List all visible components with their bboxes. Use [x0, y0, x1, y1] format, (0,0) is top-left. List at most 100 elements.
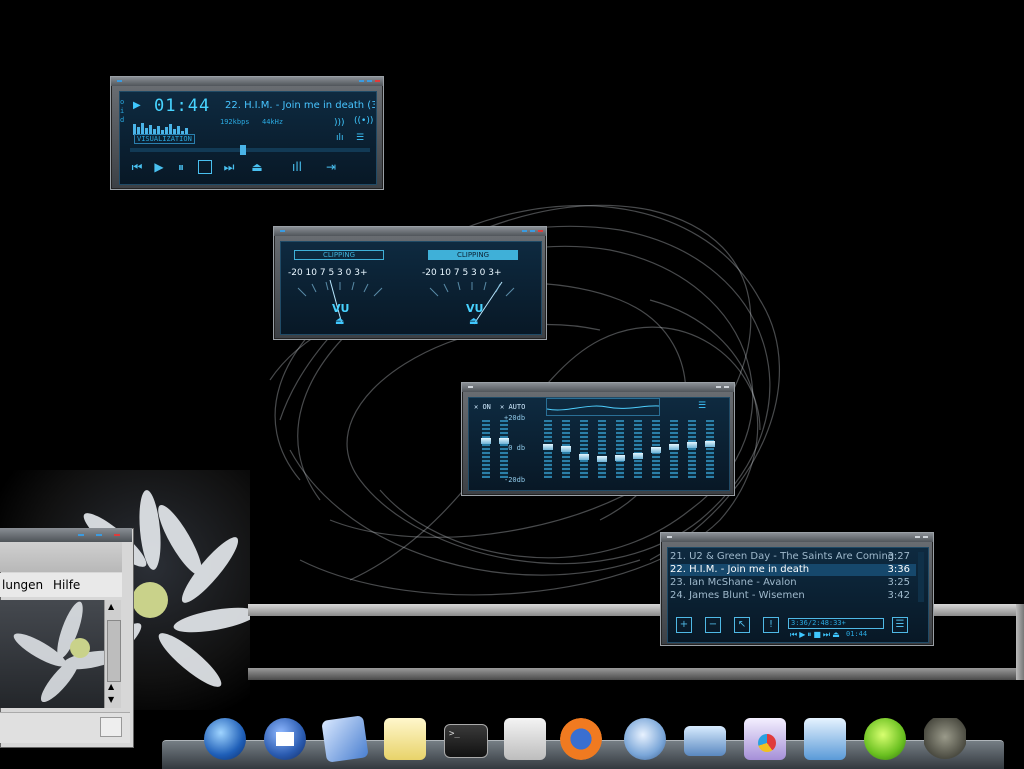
mail-icon[interactable] — [321, 715, 369, 763]
stereo-icon[interactable]: ((•)) — [354, 116, 373, 126]
eq-auto-toggle[interactable]: ✕ AUTO — [500, 403, 525, 411]
eq-band-slider[interactable] — [598, 420, 606, 478]
eq-band-slider[interactable] — [616, 420, 624, 478]
equalizer-button[interactable]: ıll — [290, 160, 304, 174]
seek-handle[interactable] — [240, 145, 246, 155]
right-clipping-indicator: CLIPPING — [428, 250, 518, 260]
menu-help[interactable]: Hilfe — [53, 578, 80, 592]
eq-band-slider[interactable] — [580, 420, 588, 478]
next-button[interactable]: ⏭ — [222, 160, 236, 174]
playlist-remove-button[interactable]: − — [705, 617, 721, 633]
itunes-icon[interactable] — [624, 718, 666, 760]
eq-band-knob[interactable] — [597, 456, 607, 462]
eq-band-slider[interactable] — [482, 420, 490, 478]
file-manager-preview[interactable] — [0, 600, 118, 708]
close-button[interactable] — [114, 534, 120, 536]
scroll-down-icon[interactable]: ▼ — [108, 695, 114, 704]
home-icon[interactable] — [264, 718, 306, 760]
track-title-marquee[interactable]: 22. H.I.M. - Join me in death (3: — [225, 100, 375, 111]
play-state-icon: ▶ — [133, 100, 141, 111]
playlist-titlebar[interactable] — [661, 533, 933, 542]
play-button[interactable]: ▶ — [152, 160, 166, 174]
playlist-row-duration: 3:27 — [887, 551, 910, 562]
seek-bar[interactable] — [130, 145, 370, 155]
eq-band-slider[interactable] — [500, 420, 508, 478]
file-manager-statusbar — [0, 712, 130, 743]
main-player-titlebar[interactable] — [111, 77, 383, 86]
playlist-row-title: 24. James Blunt - Wisemen — [670, 590, 805, 601]
eq-band-slider[interactable] — [688, 420, 696, 478]
spectrum-visualizer[interactable] — [132, 120, 210, 135]
playlist-row[interactable]: 23. Ian McShane - Avalon 3:25 — [670, 577, 916, 589]
settings-icon[interactable] — [504, 718, 546, 760]
gimp-icon[interactable] — [924, 718, 966, 760]
playlist-scrollbar[interactable] — [918, 552, 924, 602]
playlist-misc-button[interactable]: ! — [763, 617, 779, 633]
eq-presets-icon[interactable]: ☰ — [698, 401, 706, 411]
eq-band-knob[interactable] — [705, 441, 715, 447]
globe-icon[interactable] — [204, 718, 246, 760]
left-vu-label: VU — [332, 302, 350, 315]
eq-band-knob[interactable] — [669, 444, 679, 450]
right-vu-label: VU — [466, 302, 484, 315]
stop-button[interactable] — [198, 160, 212, 174]
limewire-icon[interactable] — [864, 718, 906, 760]
eq-band-slider[interactable] — [706, 420, 714, 478]
scroll-up-icon[interactable]: ▲ — [108, 682, 114, 691]
playlist-add-button[interactable]: + — [676, 617, 692, 633]
file-manager-toolbar — [0, 542, 122, 572]
eq-band-knob[interactable] — [651, 447, 661, 453]
word-icon[interactable] — [804, 718, 846, 760]
volume-icon[interactable]: ))) — [334, 118, 345, 128]
clutterbar[interactable]: o i d — [120, 98, 130, 128]
eq-band-knob[interactable] — [579, 454, 589, 460]
image-viewer-icon[interactable] — [100, 717, 122, 737]
eq-band-slider[interactable] — [634, 420, 642, 478]
file-manager-scrollbar[interactable]: ▲ ▲ ▼ — [104, 600, 121, 708]
file-manager-titlebar[interactable] — [0, 528, 132, 542]
playlist-row-title: 22. H.I.M. - Join me in death — [670, 564, 810, 575]
menu-settings[interactable]: lungen — [2, 578, 43, 592]
open-file-button[interactable]: ⇥ — [324, 160, 338, 174]
vu-meter-titlebar[interactable] — [274, 227, 546, 236]
eq-band-knob[interactable] — [633, 453, 643, 459]
playlist-mini-transport[interactable]: ⏮▶⏸■⏭⏏ — [790, 630, 842, 640]
pause-button[interactable]: ⏸ — [174, 160, 188, 174]
network-icon[interactable] — [684, 726, 726, 756]
eq-on-toggle[interactable]: ✕ ON — [474, 403, 491, 411]
presentation-icon[interactable] — [744, 718, 786, 760]
previous-button[interactable]: ⏮ — [130, 160, 144, 174]
playlist-total-time: 3:36/2:48:33+ — [788, 618, 884, 629]
right-vu-eject-icon[interactable]: ⏏ — [469, 316, 478, 327]
playlist-row-duration: 3:25 — [887, 577, 910, 588]
eq-band-knob[interactable] — [499, 438, 509, 444]
scroll-thumb[interactable] — [107, 620, 121, 682]
eq-band-knob[interactable] — [615, 455, 625, 461]
eq-toggle-icon[interactable]: ılı — [336, 133, 344, 143]
eq-band-knob[interactable] — [561, 446, 571, 452]
left-vu-eject-icon[interactable]: ⏏ — [335, 316, 344, 327]
left-vu-scale: -20 10 7 5 3 0 3+ — [288, 268, 368, 278]
eject-button[interactable]: ⏏ — [250, 160, 264, 174]
equalizer-titlebar[interactable] — [462, 383, 734, 392]
playlist-row[interactable]: 24. James Blunt - Wisemen 3:42 — [670, 590, 916, 602]
samplerate-readout: 44kHz — [262, 118, 284, 126]
playlist-select-button[interactable]: ↖ — [734, 617, 750, 633]
playlist-row-active[interactable]: 22. H.I.M. - Join me in death 3:36 — [670, 564, 916, 576]
playlist-row-title: 23. Ian McShane - Avalon — [670, 577, 797, 588]
playlist-list-menu-button[interactable]: ☰ — [892, 617, 908, 633]
elapsed-time[interactable]: 01:44 — [154, 96, 210, 116]
terminal-icon[interactable]: >_ — [444, 724, 488, 758]
notepad-icon[interactable] — [384, 718, 426, 760]
playlist-toggle-icon[interactable]: ☰ — [356, 133, 364, 143]
maximize-button[interactable] — [96, 534, 102, 536]
scroll-up-icon[interactable]: ▲ — [108, 602, 114, 611]
firefox-icon[interactable] — [560, 718, 602, 760]
eq-auto-label: AUTO — [508, 403, 526, 411]
eq-band-knob[interactable] — [481, 438, 491, 444]
playlist-row-duration: 3:36 — [887, 564, 910, 575]
eq-band-knob[interactable] — [687, 442, 697, 448]
eq-band-knob[interactable] — [543, 444, 553, 450]
playlist-row[interactable]: 21. U2 & Green Day - The Saints Are Comi… — [670, 551, 916, 563]
minimize-button[interactable] — [78, 534, 84, 536]
